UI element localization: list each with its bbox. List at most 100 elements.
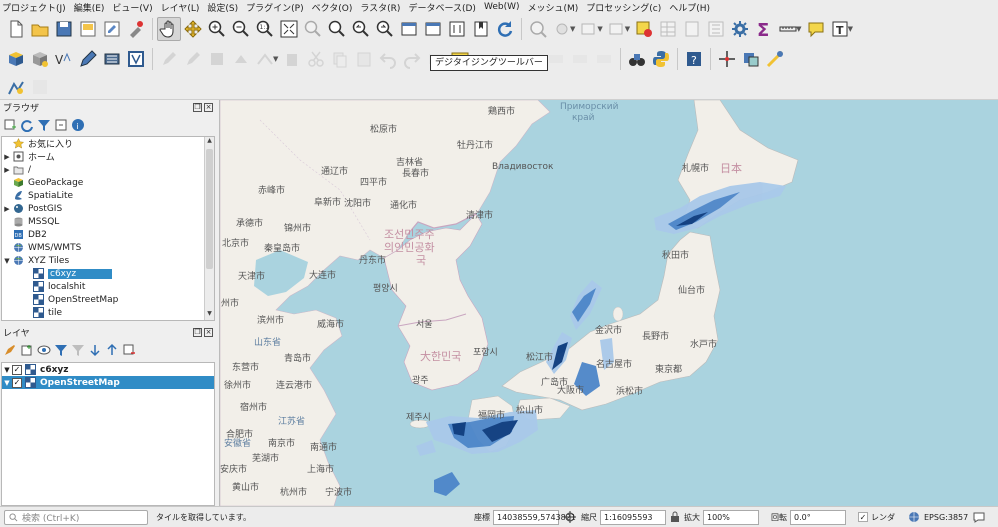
new-print-layout-button[interactable] (76, 17, 100, 41)
python-console-button[interactable] (649, 47, 673, 71)
close-panel-icon[interactable]: × (204, 102, 213, 112)
scale-field[interactable]: 1:16095593 (600, 509, 666, 525)
layout-manager-button[interactable] (100, 17, 124, 41)
remove-layer-icon[interactable] (122, 343, 136, 357)
deselect-button[interactable] (605, 17, 629, 41)
digitize-helper-button[interactable] (4, 75, 28, 99)
layer-visibility-checkbox[interactable]: ✓ (12, 377, 22, 388)
new-3d-view-button[interactable] (421, 17, 445, 41)
plugin-tool-button[interactable] (763, 47, 787, 71)
new-shapefile-layer-button[interactable]: V (52, 47, 76, 71)
toggle-editing-button[interactable] (181, 47, 205, 71)
bookmark-button[interactable] (469, 17, 493, 41)
browser-item[interactable]: localshit (2, 280, 214, 293)
info-icon[interactable]: i (71, 118, 85, 132)
browser-item[interactable]: SpatiaLite (2, 189, 214, 202)
refresh-icon[interactable] (20, 118, 34, 132)
browser-item[interactable]: WMS/WMTS (2, 241, 214, 254)
copy-features-button[interactable] (328, 47, 352, 71)
menu-item-5[interactable]: プラグイン(P) (246, 1, 303, 14)
manage-map-themes-icon[interactable] (37, 343, 51, 357)
attribute-table-button[interactable] (656, 17, 680, 41)
expand-arrow-icon[interactable]: ▼ (2, 257, 12, 265)
browser-item[interactable]: ▼ XYZ Tiles (2, 254, 214, 267)
current-edits-button[interactable] (157, 47, 181, 71)
help-button[interactable]: ? (682, 47, 706, 71)
menu-item-8[interactable]: データベース(D) (408, 1, 476, 14)
render-checkbox[interactable]: ✓ (858, 512, 868, 522)
locator-search-input[interactable]: 検索 (Ctrl+K) (4, 509, 148, 525)
zoom-in-button[interactable] (205, 17, 229, 41)
menu-item-7[interactable]: ラスタ(R) (360, 1, 400, 14)
metasearch-button[interactable] (625, 47, 649, 71)
browser-item[interactable]: GeoPackage (2, 176, 214, 189)
float-panel-icon[interactable]: ❐ (193, 327, 202, 337)
crs-label[interactable]: EPSG:3857 (924, 513, 968, 522)
browser-item[interactable]: tile (2, 306, 214, 319)
coordinate-capture-button[interactable] (715, 47, 739, 71)
undo-button[interactable] (376, 47, 400, 71)
browser-item[interactable]: ▶ / (2, 163, 214, 176)
rotation-field[interactable]: 0.0° (790, 509, 846, 525)
field-calculator-button[interactable] (680, 17, 704, 41)
add-group-icon[interactable] (20, 343, 34, 357)
add-layer-icon[interactable] (3, 118, 17, 132)
expand-arrow-icon[interactable]: ▼ (2, 366, 12, 374)
refresh-button[interactable] (493, 17, 517, 41)
expand-arrow-icon[interactable]: ▶ (2, 166, 12, 174)
menu-item-3[interactable]: レイヤ(L) (161, 1, 200, 14)
add-feature-button[interactable] (229, 47, 253, 71)
zoom-next-button[interactable] (373, 17, 397, 41)
coordinate-field[interactable]: 14038559,5743821 (493, 509, 576, 525)
new-map-view-button[interactable] (397, 17, 421, 41)
new-project-button[interactable] (4, 17, 28, 41)
zoom-out-button[interactable] (229, 17, 253, 41)
magnifier-field[interactable]: 100% (703, 509, 759, 525)
expand-arrow-icon[interactable]: ▶ (2, 205, 12, 213)
expand-all-icon[interactable] (88, 343, 102, 357)
new-temporary-layer-button[interactable] (76, 47, 100, 71)
crs-button[interactable] (907, 510, 921, 524)
menu-item-4[interactable]: 設定(S) (207, 1, 238, 14)
paste-features-button[interactable] (352, 47, 376, 71)
expand-arrow-icon[interactable]: ▼ (2, 379, 12, 387)
label-rotate-button[interactable] (544, 47, 568, 71)
zoom-native-button[interactable]: 1:1 (253, 17, 277, 41)
virtual-field-button[interactable] (124, 47, 148, 71)
filter-expression-icon[interactable] (71, 343, 85, 357)
delete-selected-button[interactable] (280, 47, 304, 71)
open-layer-styling-icon[interactable] (3, 343, 17, 357)
temporal-controller-button[interactable] (445, 17, 469, 41)
cut-features-button[interactable] (304, 47, 328, 71)
statistics-button[interactable] (704, 17, 728, 41)
browser-item[interactable]: DB DB2 (2, 228, 214, 241)
lock-scale-button[interactable] (668, 510, 682, 524)
new-geopackage-layer-button[interactable] (28, 47, 52, 71)
browser-item[interactable]: ▶ ホーム (2, 150, 214, 163)
layer-row[interactable]: ▼ ✓ OpenStreetMap (2, 376, 214, 389)
layer-row[interactable]: ▼ ✓ c6xyz (2, 363, 214, 376)
menu-item-0[interactable]: プロジェクト(J) (2, 1, 66, 14)
zoom-full-button[interactable] (277, 17, 301, 41)
georeferencer-button[interactable] (739, 47, 763, 71)
browser-item[interactable]: ▶ PostGIS (2, 202, 214, 215)
deselect-all-button[interactable] (632, 17, 656, 41)
menu-item-6[interactable]: ベクタ(O) (312, 1, 353, 14)
collapse-all-icon[interactable] (54, 118, 68, 132)
zoom-to-selection-button[interactable] (301, 17, 325, 41)
pan-map-button[interactable] (157, 17, 181, 41)
filter-icon[interactable] (37, 118, 51, 132)
menu-item-12[interactable]: ヘルプ(H) (669, 1, 710, 14)
browser-scrollbar[interactable]: ▲ ▼ (204, 137, 214, 320)
menu-item-11[interactable]: プロセッシング(c) (586, 1, 661, 14)
map-canvas[interactable]: 鶏西市 Приморский край 松原市 牡丹江市 吉林省 Владивосток 札幌… (219, 100, 998, 506)
redo-button[interactable] (400, 47, 424, 71)
measure-button[interactable] (550, 17, 574, 41)
select-features-button[interactable] (577, 17, 601, 41)
menu-item-2[interactable]: ビュー(V) (112, 1, 152, 14)
collapse-all-icon[interactable] (105, 343, 119, 357)
toggle-extents-button[interactable] (563, 510, 577, 524)
vertex-tool-button[interactable] (253, 47, 277, 71)
zoom-to-layer-button[interactable] (325, 17, 349, 41)
data-source-manager-button[interactable] (4, 47, 28, 71)
